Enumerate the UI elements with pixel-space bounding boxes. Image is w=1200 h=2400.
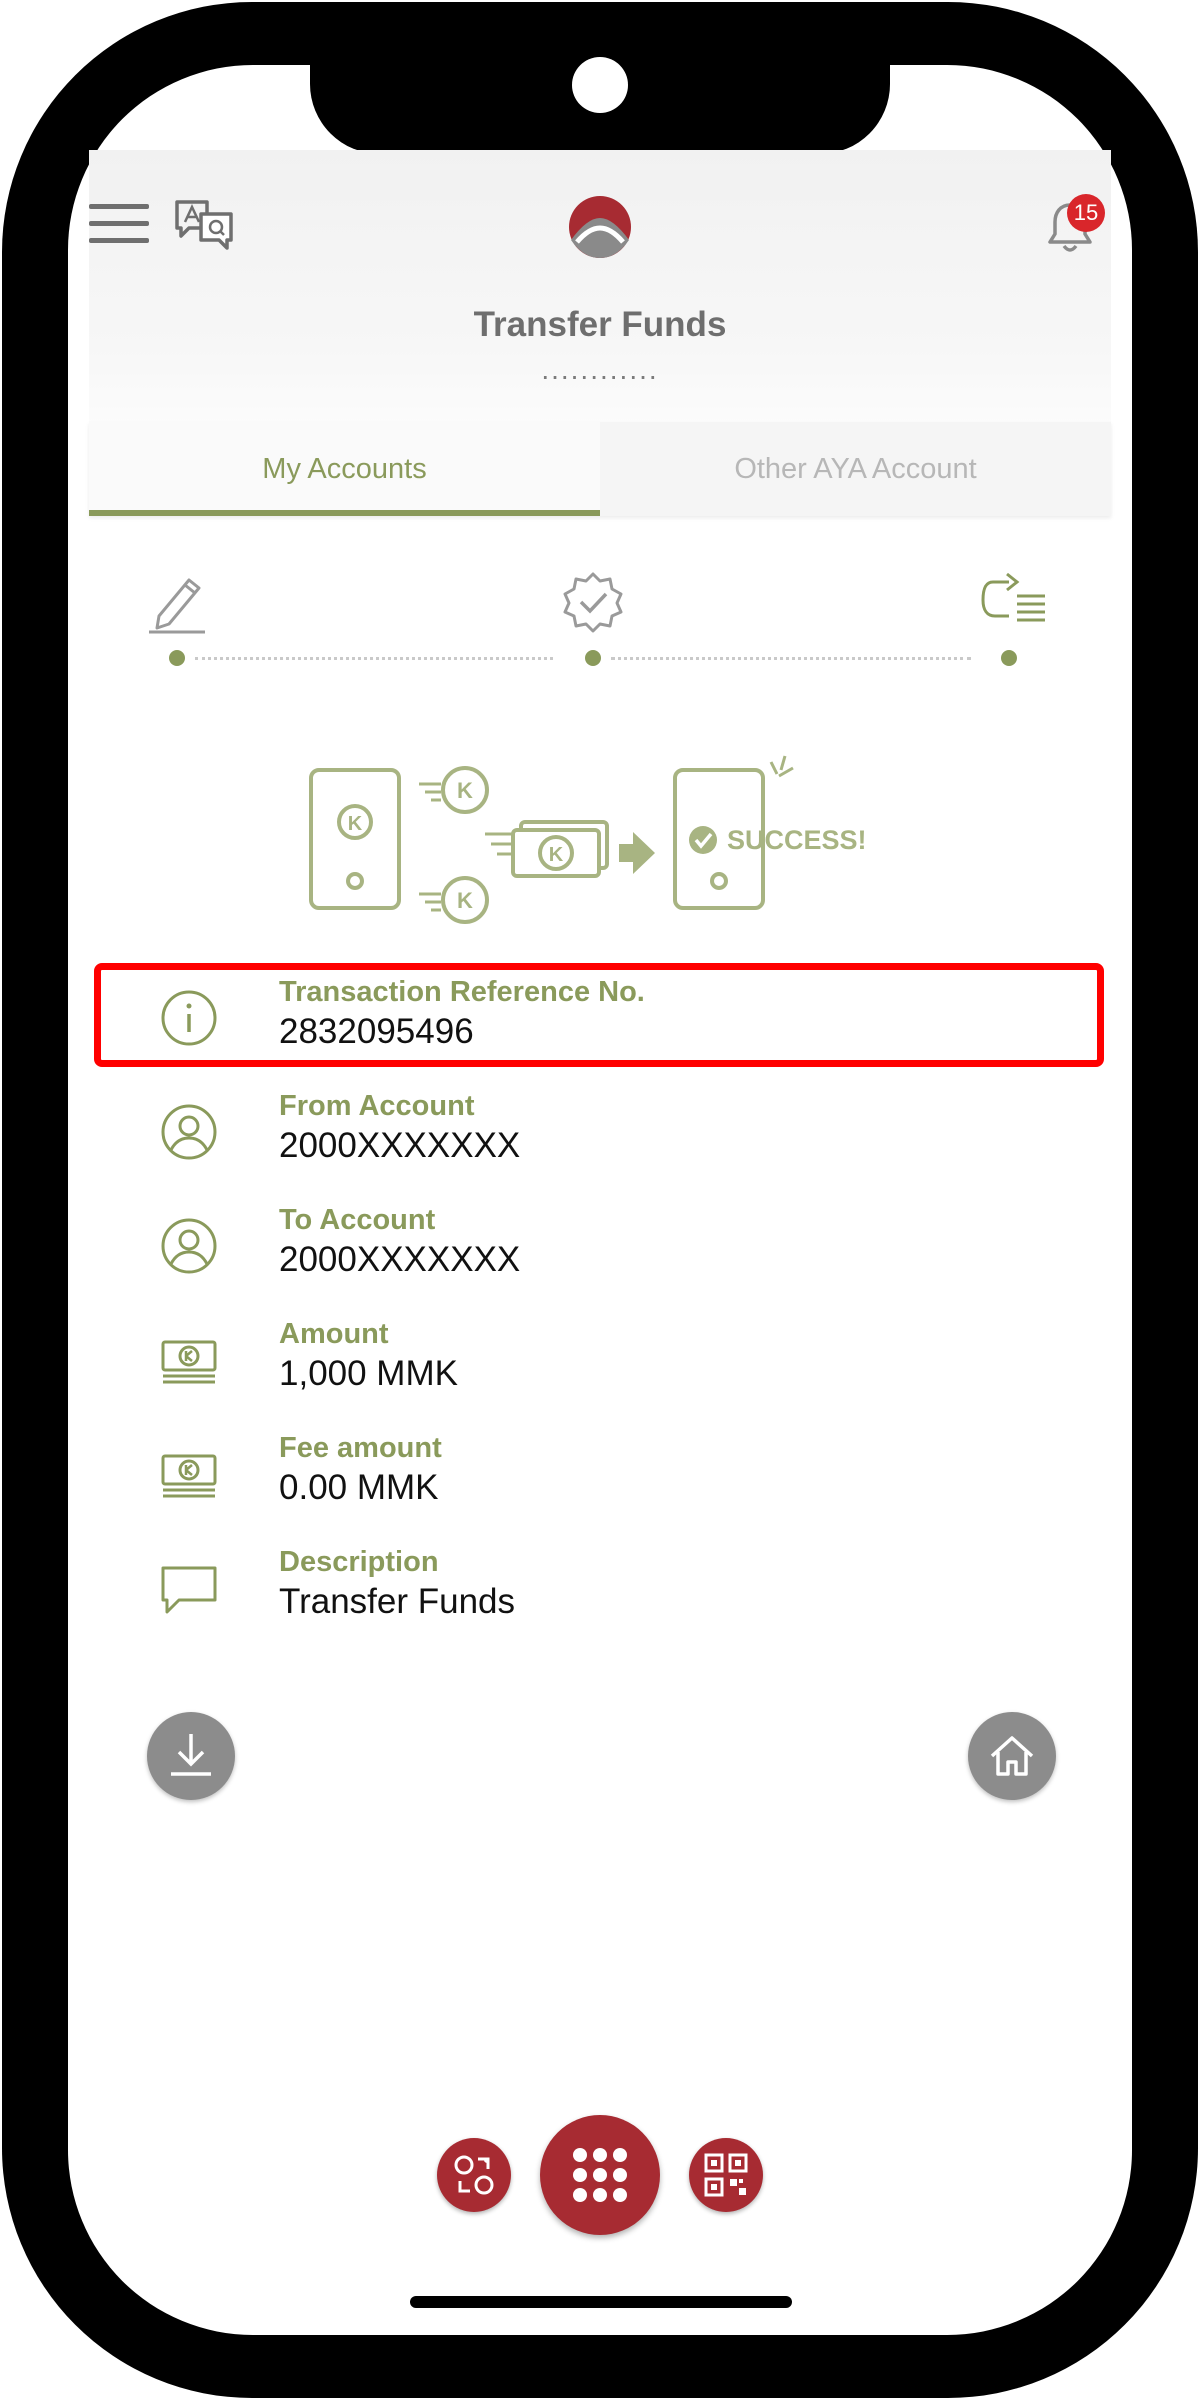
success-illustration: K K K K SUCCESS! xyxy=(309,750,889,930)
detail-fee-amount: Fee amount 0.00 MMK xyxy=(157,1432,1057,1532)
grid-menu-icon xyxy=(573,2148,627,2202)
tab-other-aya-account[interactable]: Other AYA Account xyxy=(600,422,1111,516)
kyat-symbol-2: K xyxy=(457,778,473,803)
detail-value: 0.00 MMK xyxy=(279,1468,439,1507)
detail-label: Amount xyxy=(279,1318,389,1350)
qr-code-icon xyxy=(704,2153,748,2197)
detail-label: Description xyxy=(279,1546,439,1578)
user-circle-icon xyxy=(157,1100,221,1164)
step-connector-2 xyxy=(611,657,971,660)
speech-bubble-icon xyxy=(157,1556,221,1620)
main-menu-button[interactable] xyxy=(540,2115,660,2235)
detail-value: 2000XXXXXXX xyxy=(279,1240,521,1279)
detail-value: 2000XXXXXXX xyxy=(279,1126,521,1165)
user-circle-icon xyxy=(157,1214,221,1278)
detail-from-account: From Account 2000XXXXXXX xyxy=(157,1090,1057,1190)
detail-to-account: To Account 2000XXXXXXX xyxy=(157,1204,1057,1304)
detail-amount: Amount 1,000 MMK xyxy=(157,1318,1057,1418)
progress-stepper xyxy=(133,570,1053,680)
detail-label: Fee amount xyxy=(279,1432,442,1464)
download-button[interactable] xyxy=(147,1712,235,1800)
step-1-dot xyxy=(169,650,185,666)
page-title: Transfer Funds xyxy=(473,305,727,344)
kyat-symbol-3: K xyxy=(457,888,473,913)
detail-label: To Account xyxy=(279,1204,436,1236)
success-text: SUCCESS! xyxy=(727,825,867,855)
step-connector-1 xyxy=(195,657,553,660)
exchange-button[interactable] xyxy=(437,2138,511,2212)
exchange-icon xyxy=(454,2155,494,2195)
aya-bank-logo xyxy=(567,194,633,260)
transfer-complete-icon xyxy=(979,570,1045,634)
detail-value: 2832095496 xyxy=(279,1012,474,1051)
hamburger-menu-icon[interactable] xyxy=(89,202,151,246)
account-tabs: My Accounts Other AYA Account xyxy=(89,422,1111,516)
notification-badge: 15 xyxy=(1067,194,1105,232)
transfer-result-screen: 15 Transfer Funds ............ My Accoun… xyxy=(89,150,1111,2255)
detail-label: From Account xyxy=(279,1090,475,1122)
phone-frame: 15 Transfer Funds ............ My Accoun… xyxy=(0,0,1200,2400)
kyat-symbol-4: K xyxy=(549,844,564,866)
page-subtitle: ............ xyxy=(541,354,659,385)
language-translate-icon[interactable] xyxy=(173,198,235,250)
bottom-navigation xyxy=(89,2110,1111,2240)
kyat-banknote-icon xyxy=(157,1442,221,1506)
qr-scan-button[interactable] xyxy=(689,2138,763,2212)
camera-icon xyxy=(572,57,628,113)
detail-value: Transfer Funds xyxy=(279,1582,516,1621)
step-2-dot xyxy=(585,650,601,666)
step-3-dot xyxy=(1001,650,1017,666)
tab-my-accounts[interactable]: My Accounts xyxy=(89,422,600,516)
detail-description: Description Transfer Funds xyxy=(157,1546,1057,1646)
kyat-symbol-1: K xyxy=(348,813,363,835)
home-icon xyxy=(990,1736,1034,1776)
home-indicator[interactable] xyxy=(410,2296,792,2308)
kyat-banknote-icon xyxy=(157,1328,221,1392)
info-icon xyxy=(157,986,221,1050)
download-icon xyxy=(171,1734,211,1776)
verified-badge-icon xyxy=(561,570,625,634)
pencil-edit-icon xyxy=(145,570,209,634)
detail-transaction-reference: Transaction Reference No. 2832095496 xyxy=(157,976,1057,1076)
home-button[interactable] xyxy=(968,1712,1056,1800)
detail-value: 1,000 MMK xyxy=(279,1354,458,1393)
detail-label: Transaction Reference No. xyxy=(279,976,645,1008)
